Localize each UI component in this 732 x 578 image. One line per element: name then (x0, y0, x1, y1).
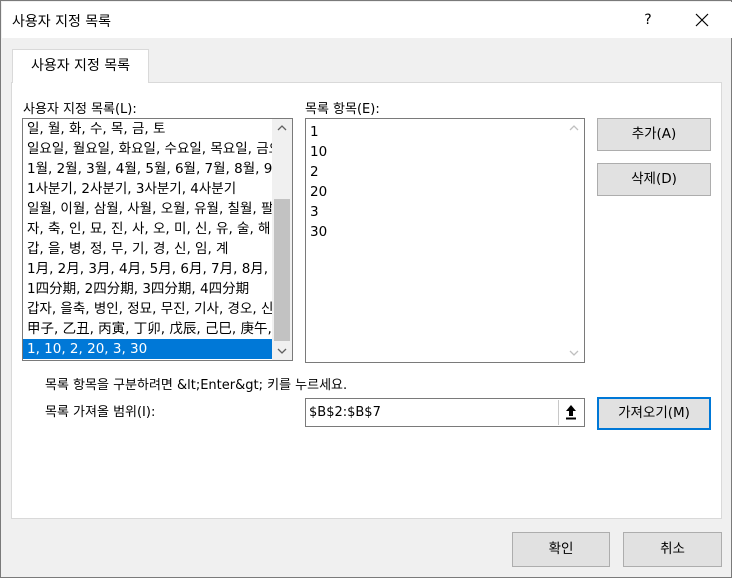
custom-list-item[interactable]: 1月, 2月, 3月, 4月, 5月, 6月, 7月, 8月, 9月, 10月,… (23, 259, 272, 279)
list-entry-line: 10 (310, 144, 328, 160)
custom-list-item[interactable]: 갑자, 을축, 병인, 정묘, 무진, 기사, 경오, 신미, 임신, 계유 (23, 299, 272, 319)
delete-button[interactable]: 삭제(D) (597, 163, 711, 196)
close-icon (695, 13, 709, 27)
import-range-label: 목록 가져올 범위(I): (45, 405, 156, 420)
list-entries-scrollbar[interactable] (564, 119, 584, 362)
entries-scroll-down-button[interactable] (564, 344, 584, 362)
custom-lists-items: 일, 월, 화, 수, 목, 금, 토 일요일, 월요일, 화요일, 수요일, 목… (23, 119, 272, 359)
list-entry-line: 1 (310, 124, 319, 140)
custom-list-item[interactable]: 1월, 2월, 3월, 4월, 5월, 6월, 7월, 8월, 9월, 10월,… (23, 159, 272, 179)
list-entry-line: 30 (310, 224, 328, 240)
list-entries-lines: 1 10 2 20 3 30 (306, 119, 584, 242)
list-entry-line: 2 (310, 164, 319, 180)
help-button[interactable]: ? (636, 8, 660, 32)
custom-list-item[interactable]: 일, 월, 화, 수, 목, 금, 토 (23, 119, 272, 139)
custom-list-item[interactable]: 일요일, 월요일, 화요일, 수요일, 목요일, 금요일, 토요일 (23, 139, 272, 159)
chevron-down-icon (277, 348, 287, 354)
list-entry-line: 3 (310, 204, 319, 220)
scroll-down-button[interactable] (272, 342, 292, 360)
tab-custom-lists[interactable]: 사용자 지정 목록 (12, 49, 149, 83)
add-button[interactable]: 추가(A) (597, 118, 711, 151)
separator-hint: 목록 항목을 구분하려면 &lt;Enter&gt; 키를 누르세요. (45, 378, 348, 393)
list-entry-line: 20 (310, 184, 328, 200)
range-select-icon (566, 405, 576, 420)
custom-lists-dialog: 사용자 지정 목록 ? 사용자 지정 목록 사용자 지정 목록(L): 일, 월… (0, 0, 732, 578)
chevron-up-icon (569, 125, 579, 131)
chevron-up-icon (277, 125, 287, 131)
import-range-field[interactable] (305, 398, 585, 427)
close-button[interactable] (686, 6, 718, 34)
custom-list-item[interactable]: 甲子, 乙丑, 丙寅, 丁卯, 戊辰, 己巳, 庚午, 辛未, 壬申, 癸酉 (23, 319, 272, 339)
custom-list-item[interactable]: 1, 10, 2, 20, 3, 30 (23, 339, 272, 359)
collapse-dialog-button[interactable] (558, 400, 583, 425)
dialog-title: 사용자 지정 목록 (12, 14, 112, 30)
list-entries-textarea[interactable]: 1 10 2 20 3 30 (305, 118, 585, 363)
custom-list-item[interactable]: 1四分期, 2四分期, 3四分期, 4四分期 (23, 279, 272, 299)
list-entries-label: 목록 항목(E): (305, 102, 380, 117)
import-range-input[interactable] (309, 402, 559, 423)
scroll-up-button[interactable] (272, 119, 292, 137)
chevron-down-icon (569, 350, 579, 356)
custom-list-item[interactable]: 갑, 을, 병, 정, 무, 기, 경, 신, 임, 계 (23, 239, 272, 259)
custom-list-item[interactable]: 일월, 이월, 삼월, 사월, 오월, 유월, 칠월, 팔월, 구월, 시월, … (23, 199, 272, 219)
custom-lists-label: 사용자 지정 목록(L): (23, 102, 137, 117)
custom-list-item[interactable]: 자, 축, 인, 묘, 진, 사, 오, 미, 신, 유, 술, 해 (23, 219, 272, 239)
title-bar: 사용자 지정 목록 ? (2, 2, 732, 38)
import-button[interactable]: 가져오기(M) (597, 397, 711, 430)
custom-list-item[interactable]: 1사분기, 2사분기, 3사분기, 4사분기 (23, 179, 272, 199)
custom-lists-scrollbar[interactable] (272, 119, 292, 360)
entries-scroll-up-button[interactable] (564, 119, 584, 137)
cancel-button[interactable]: 취소 (623, 532, 722, 567)
ok-button[interactable]: 확인 (512, 532, 610, 567)
custom-lists-listbox[interactable]: 일, 월, 화, 수, 목, 금, 토 일요일, 월요일, 화요일, 수요일, 목… (22, 118, 293, 361)
scroll-thumb[interactable] (274, 199, 290, 341)
